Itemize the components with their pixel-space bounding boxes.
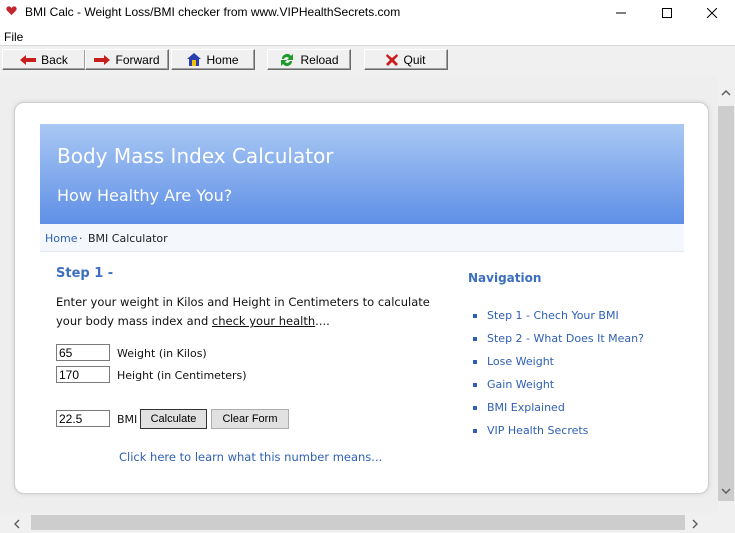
height-input[interactable]: 170: [56, 366, 110, 383]
bmi-output[interactable]: 22.5: [56, 410, 110, 427]
heart-icon: [6, 6, 17, 16]
back-label: Back: [41, 52, 68, 67]
calculate-button[interactable]: Calculate: [140, 409, 207, 429]
bullet-icon: [473, 406, 477, 410]
back-arrow-icon: [20, 54, 37, 65]
maximize-button[interactable]: [644, 0, 690, 25]
learn-meaning-link[interactable]: Click here to learn what this number mea…: [119, 450, 382, 464]
nav-item-label: Lose Weight: [487, 355, 554, 368]
nav-item-lose-weight[interactable]: Lose Weight: [473, 355, 554, 368]
nav-item-gain-weight[interactable]: Gain Weight: [473, 378, 554, 391]
nav-item-step2[interactable]: Step 2 - What Does It Mean?: [473, 332, 644, 345]
home-icon: [187, 53, 202, 66]
forward-label: Forward: [115, 52, 160, 67]
back-button[interactable]: Back: [2, 49, 86, 70]
reload-label: Reload: [300, 52, 339, 67]
vertical-scrollbar[interactable]: [717, 76, 735, 513]
vertical-scroll-thumb[interactable]: [718, 106, 734, 501]
window-title: BMI Calc - Weight Loss/BMI checker from …: [25, 5, 401, 19]
nav-item-label: Step 1 - Chech Your BMI: [487, 309, 619, 322]
bullet-icon: [473, 360, 477, 364]
nav-item-label: Step 2 - What Does It Mean?: [487, 332, 644, 345]
quit-button[interactable]: Quit: [364, 49, 448, 70]
scroll-right-icon[interactable]: [692, 519, 698, 529]
reload-button[interactable]: Reload: [267, 49, 351, 70]
home-label: Home: [206, 52, 239, 67]
nav-item-vip-health[interactable]: VIP Health Secrets: [473, 424, 588, 437]
forward-arrow-icon: [94, 54, 111, 65]
breadcrumb-separator: ·: [79, 232, 83, 245]
step-heading: Step 1 -: [56, 266, 114, 281]
page-title: Body Mass Index Calculator: [57, 144, 334, 168]
minimize-button[interactable]: [598, 0, 644, 25]
weight-label: Weight (in Kilos): [117, 347, 207, 360]
scroll-up-icon[interactable]: [721, 90, 731, 96]
bullet-icon: [473, 314, 477, 318]
nav-item-bmi-explained[interactable]: BMI Explained: [473, 401, 565, 414]
reload-icon: [281, 53, 294, 66]
navigation-heading: Navigation: [468, 271, 542, 285]
home-button[interactable]: Home: [171, 49, 255, 70]
quit-x-icon: [386, 53, 399, 66]
breadcrumb-home-link[interactable]: Home: [45, 232, 77, 245]
toolbar: Back Forward Home Reload Quit: [0, 45, 735, 77]
page-subtitle: How Healthy Are You?: [57, 186, 233, 205]
check-health-link[interactable]: check your health: [212, 314, 315, 328]
menu-bar: File: [0, 27, 735, 45]
intro-text-end: ....: [315, 314, 330, 328]
scroll-down-icon[interactable]: [721, 488, 731, 494]
bmi-label: BMI: [117, 413, 138, 426]
nav-item-label: BMI Explained: [487, 401, 565, 414]
scroll-left-icon[interactable]: [14, 519, 20, 529]
weight-input[interactable]: 65: [56, 344, 110, 361]
bullet-icon: [473, 337, 477, 341]
horizontal-scroll-thumb[interactable]: [31, 515, 685, 530]
horizontal-scrollbar[interactable]: [0, 513, 717, 533]
browser-viewport: Body Mass Index Calculator How Healthy A…: [0, 76, 717, 513]
nav-item-label: VIP Health Secrets: [487, 424, 589, 437]
menu-file[interactable]: File: [4, 30, 23, 44]
nav-item-step1[interactable]: Step 1 - Chech Your BMI: [473, 309, 619, 322]
nav-item-label: Gain Weight: [487, 378, 555, 391]
bullet-icon: [473, 429, 477, 433]
close-icon: [707, 7, 717, 18]
minimize-icon: [616, 12, 626, 13]
title-bar: BMI Calc - Weight Loss/BMI checker from …: [0, 0, 735, 25]
bullet-icon: [473, 383, 477, 387]
clear-form-button[interactable]: Clear Form: [211, 409, 289, 429]
scrollbar-corner: [717, 513, 735, 533]
intro-text: Enter your weight in Kilos and Height in…: [56, 293, 441, 331]
close-button[interactable]: [689, 0, 735, 25]
content-card: Body Mass Index Calculator How Healthy A…: [14, 102, 709, 494]
breadcrumb: Home · BMI Calculator: [40, 224, 684, 252]
height-label: Height (in Centimeters): [117, 369, 247, 382]
header-banner: Body Mass Index Calculator How Healthy A…: [40, 124, 684, 224]
breadcrumb-current: BMI Calculator: [88, 232, 168, 245]
maximize-icon: [662, 7, 672, 18]
forward-button[interactable]: Forward: [85, 49, 169, 70]
quit-label: Quit: [403, 52, 426, 67]
